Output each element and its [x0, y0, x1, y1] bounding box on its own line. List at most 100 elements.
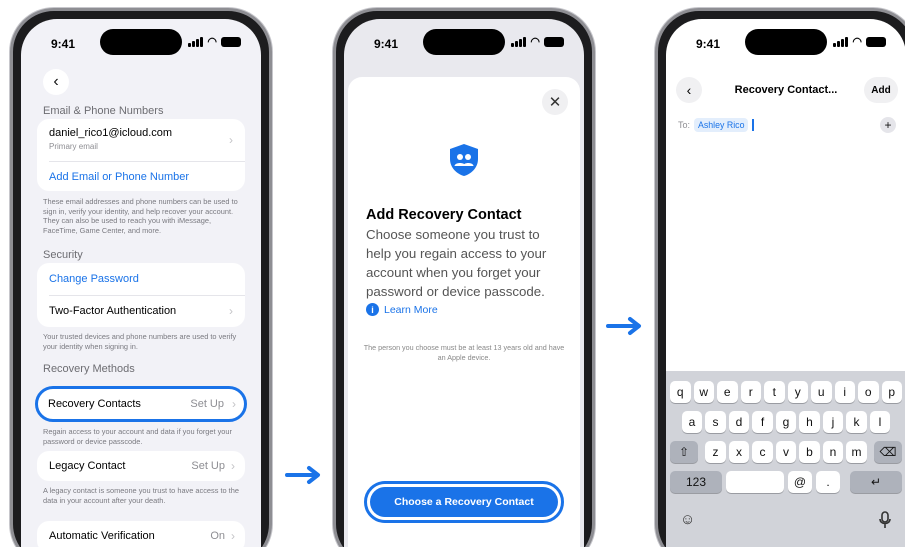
- recipient-chip[interactable]: Ashley Rico: [694, 118, 749, 132]
- legacy-contact-row[interactable]: Legacy Contact Set Up ›: [37, 451, 245, 481]
- dot-key[interactable]: .: [816, 471, 840, 493]
- chevron-right-icon: ›: [229, 133, 233, 147]
- chevron-right-icon: ›: [231, 529, 235, 543]
- plus-icon: +: [884, 118, 892, 132]
- key-e[interactable]: e: [717, 381, 738, 403]
- signal-icon: [511, 37, 527, 47]
- key-y[interactable]: y: [787, 381, 808, 403]
- key-j[interactable]: j: [822, 411, 844, 433]
- email-row[interactable]: daniel_rico1@icloud.com Primary email ›: [49, 127, 233, 151]
- email-section-header: Email & Phone Numbers: [43, 105, 164, 117]
- chevron-right-icon: ›: [231, 459, 235, 473]
- wifi-icon: ◠: [207, 36, 217, 48]
- recovery-contacts-row[interactable]: Recovery Contacts Set Up ›: [35, 386, 247, 422]
- phone-settings: 9:41 ◠ ‹ Email & Phone Numbers daniel_ri…: [10, 8, 272, 547]
- emoji-icon[interactable]: ☺: [680, 511, 695, 528]
- close-button[interactable]: ✕: [542, 89, 568, 115]
- key-d[interactable]: d: [728, 411, 750, 433]
- email-card: daniel_rico1@icloud.com Primary email › …: [37, 119, 245, 191]
- auto-verify-row[interactable]: Automatic Verification On ›: [37, 521, 245, 547]
- add-recovery-sheet: ✕ Add Recovery Contact Choose someone yo…: [348, 77, 580, 547]
- at-key[interactable]: @: [788, 471, 812, 493]
- battery-icon: [544, 37, 564, 47]
- key-i[interactable]: i: [834, 381, 855, 403]
- space-key[interactable]: [726, 471, 784, 493]
- status-time: 9:41: [696, 37, 721, 51]
- keyboard: qwertyuiop asdfghjkl ⇧ ⌫ zxcvbnm 123 @ .…: [666, 371, 905, 547]
- dynamic-island: [423, 29, 505, 55]
- keyboard-row-1: qwertyuiop: [666, 381, 905, 403]
- recovery-section-header: Recovery Methods: [43, 363, 135, 375]
- fine-print: The person you choose must be at least 1…: [363, 343, 565, 362]
- to-field[interactable]: To: Ashley Rico +: [678, 117, 896, 133]
- key-f[interactable]: f: [752, 411, 773, 433]
- key-s[interactable]: s: [705, 411, 726, 433]
- text-cursor: [752, 119, 754, 131]
- status-time: 9:41: [51, 37, 76, 51]
- key-m[interactable]: m: [846, 441, 867, 463]
- keyboard-row-3: ⇧ ⌫ zxcvbnm: [666, 441, 905, 463]
- two-factor-row[interactable]: Two-Factor Authentication ›: [49, 304, 233, 318]
- signal-icon: [833, 37, 849, 47]
- microphone-icon[interactable]: [878, 511, 892, 529]
- settings-screen: 9:41 ◠ ‹ Email & Phone Numbers daniel_ri…: [21, 19, 261, 547]
- add-recovery-screen: 9:41 ◠ ✕ Add Recovery Contact Choose som…: [344, 19, 584, 547]
- legacy-contact-value: Set Up: [191, 460, 225, 472]
- recovery-note: Regain access to your account and data i…: [43, 427, 232, 446]
- key-t[interactable]: t: [764, 381, 785, 403]
- key-u[interactable]: u: [811, 381, 832, 403]
- two-factor-label: Two-Factor Authentication: [49, 305, 177, 317]
- key-w[interactable]: w: [693, 381, 714, 403]
- keyboard-row-2: asdfghjkl: [666, 411, 905, 433]
- key-p[interactable]: p: [881, 381, 902, 403]
- delete-key[interactable]: ⌫: [874, 441, 902, 463]
- key-h[interactable]: h: [799, 411, 820, 433]
- chevron-right-icon: ›: [232, 397, 236, 411]
- shift-key[interactable]: ⇧: [670, 441, 698, 463]
- key-r[interactable]: r: [740, 381, 761, 403]
- key-l[interactable]: l: [869, 411, 891, 433]
- return-key[interactable]: ↵: [850, 471, 902, 493]
- key-x[interactable]: x: [728, 441, 750, 463]
- key-c[interactable]: c: [752, 441, 773, 463]
- add-email-link[interactable]: Add Email or Phone Number: [49, 171, 233, 183]
- recovery-contacts-value: Set Up: [190, 398, 224, 410]
- key-n[interactable]: n: [822, 441, 844, 463]
- key-g[interactable]: g: [775, 411, 797, 433]
- back-button[interactable]: ‹: [43, 69, 69, 95]
- change-password-link[interactable]: Change Password: [49, 273, 233, 285]
- divider: [49, 161, 245, 162]
- email-subtitle: Primary email: [49, 142, 98, 151]
- sheet-body: Choose someone you trust to help you reg…: [366, 227, 547, 299]
- close-icon: ✕: [548, 94, 562, 111]
- status-icons: ◠: [188, 36, 241, 48]
- key-q[interactable]: q: [670, 381, 691, 403]
- numbers-key[interactable]: 123: [670, 471, 722, 493]
- choose-recovery-contact-button[interactable]: Choose a Recovery Contact: [370, 487, 558, 517]
- key-o[interactable]: o: [858, 381, 879, 403]
- key-a[interactable]: a: [681, 411, 703, 433]
- info-icon: i: [366, 303, 379, 316]
- shift-icon: ⇧: [678, 445, 690, 459]
- recovery-contacts-label: Recovery Contacts: [48, 398, 141, 410]
- sheet-title: Add Recovery Contact: [366, 207, 522, 223]
- status-bar: 9:41 ◠: [21, 19, 261, 61]
- key-b[interactable]: b: [799, 441, 820, 463]
- add-recipient-button[interactable]: +: [880, 117, 896, 133]
- status-bar: 9:41 ◠: [666, 19, 905, 61]
- key-k[interactable]: k: [846, 411, 867, 433]
- key-z[interactable]: z: [705, 441, 726, 463]
- battery-icon: [866, 37, 886, 47]
- key-v[interactable]: v: [775, 441, 797, 463]
- signal-icon: [188, 37, 204, 47]
- status-bar: 9:41 ◠: [344, 19, 584, 61]
- learn-more-link[interactable]: i Learn More: [366, 303, 438, 316]
- legacy-note: A legacy contact is someone you trust to…: [43, 486, 239, 505]
- status-icons: ◠: [833, 36, 886, 48]
- wifi-icon: ◠: [852, 36, 862, 48]
- add-button[interactable]: Add: [864, 77, 898, 103]
- dynamic-island: [745, 29, 827, 55]
- delete-icon: ⌫: [879, 445, 897, 459]
- learn-more-label: Learn More: [384, 303, 438, 316]
- arrow-right-icon: [606, 317, 641, 335]
